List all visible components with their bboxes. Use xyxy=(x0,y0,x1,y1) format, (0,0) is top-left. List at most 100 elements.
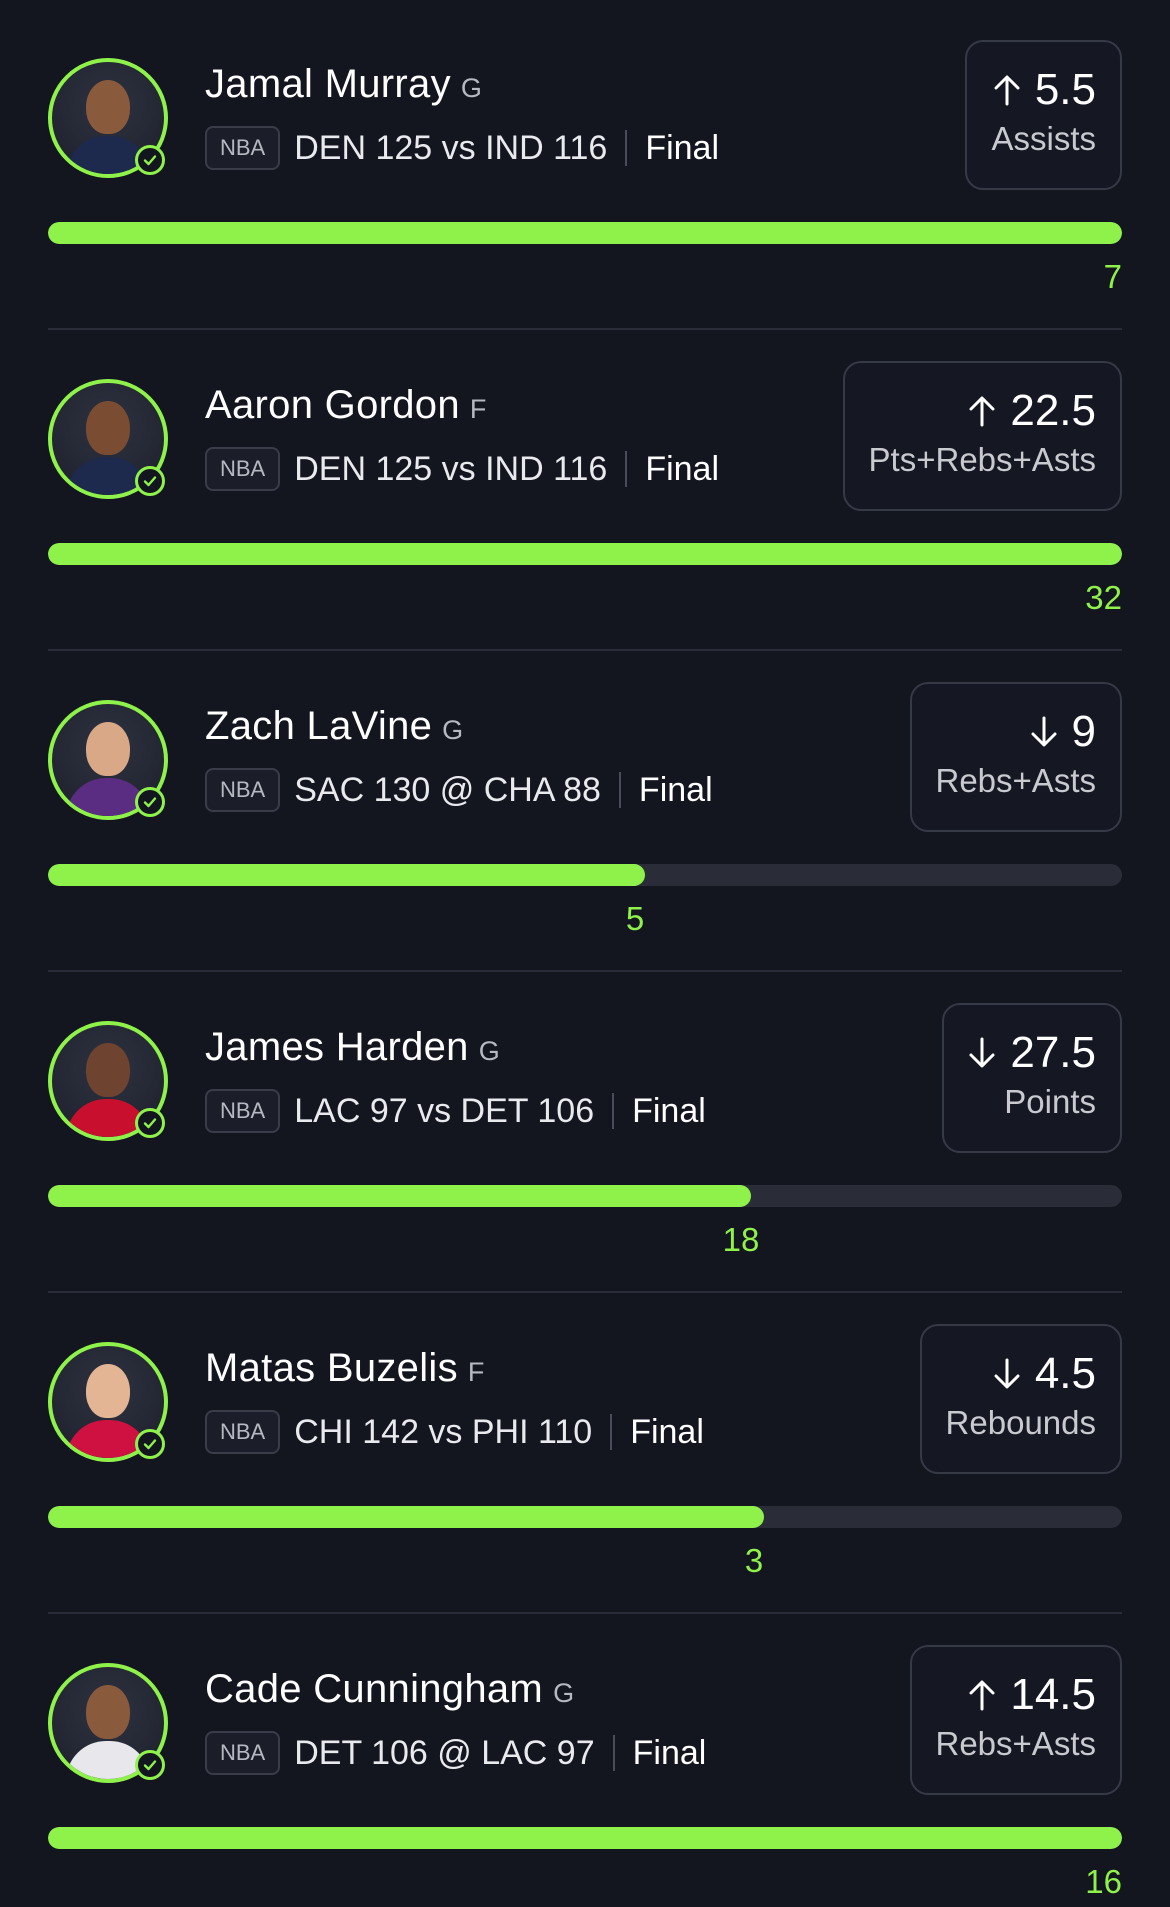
pick-card[interactable]: Jamal Murray G NBA DEN 125 vs IND 116 Fin… xyxy=(0,0,1170,321)
league-badge: NBA xyxy=(205,1089,281,1133)
pick-card[interactable]: Matas Buzelis F NBA CHI 142 vs PHI 110 Fi… xyxy=(0,1284,1170,1605)
game-info: NBA DET 106 @ LAC 97 Final xyxy=(205,1731,706,1775)
player-name[interactable]: Aaron Gordon xyxy=(205,383,460,427)
progress-fill xyxy=(48,1185,752,1207)
separator xyxy=(610,1414,613,1450)
separator xyxy=(618,772,621,808)
game-score: CHI 142 vs PHI 110 xyxy=(294,1412,593,1451)
check-icon xyxy=(135,145,165,175)
progress-fill xyxy=(48,864,646,886)
player-avatar xyxy=(48,1663,168,1783)
player-name[interactable]: Jamal Murray xyxy=(205,62,451,106)
game-status: Final xyxy=(645,128,720,167)
prop-stat-type: Points xyxy=(1004,1083,1096,1120)
prop-line-box[interactable]: 22.5 Pts+Rebs+Asts xyxy=(842,361,1122,511)
league-badge: NBA xyxy=(205,126,281,170)
player-name[interactable]: James Harden xyxy=(205,1025,469,1069)
game-status: Final xyxy=(632,1091,706,1130)
pick-card[interactable]: James Harden G NBA LAC 97 vs DET 106 Fina… xyxy=(0,963,1170,1284)
arrow-down-icon xyxy=(1031,716,1057,747)
progress-fill xyxy=(48,1506,765,1528)
player-position: G xyxy=(553,1678,575,1708)
player-name-row: Jamal Murray G xyxy=(205,62,482,107)
game-score: DEN 125 vs IND 116 xyxy=(294,128,608,167)
actual-value: 5 xyxy=(625,900,645,937)
player-position: F xyxy=(467,1357,485,1387)
player-avatar xyxy=(48,58,168,178)
progress-track xyxy=(48,222,1122,244)
player-name-row: Matas Buzelis F xyxy=(205,1346,485,1391)
progress-fill xyxy=(48,222,1122,244)
player-name[interactable]: Cade Cunningham xyxy=(205,1667,543,1711)
game-info: NBA DEN 125 vs IND 116 Final xyxy=(205,447,719,491)
player-avatar xyxy=(48,1021,168,1141)
prop-line-box[interactable]: 27.5 Points xyxy=(942,1003,1122,1153)
prop-line-value: 9 xyxy=(1071,707,1096,756)
actual-value: 32 xyxy=(1085,579,1122,616)
player-position: G xyxy=(460,73,483,103)
progress-track xyxy=(48,1185,1122,1207)
prop-line-box[interactable]: 5.5 Assists xyxy=(965,40,1122,190)
pick-card[interactable]: Aaron Gordon F NBA DEN 125 vs IND 116 Fin… xyxy=(0,321,1170,642)
game-score: DET 106 @ LAC 97 xyxy=(294,1733,595,1772)
player-name-row: Zach LaVine G xyxy=(205,704,463,749)
league-badge: NBA xyxy=(205,768,281,812)
check-icon xyxy=(135,1429,165,1459)
game-info: NBA CHI 142 vs PHI 110 Final xyxy=(205,1410,704,1454)
player-position: F xyxy=(469,394,487,424)
player-position: G xyxy=(442,715,464,745)
game-score: SAC 130 @ CHA 88 xyxy=(294,770,601,809)
prop-stat-type: Pts+Rebs+Asts xyxy=(868,441,1096,478)
actual-value: 18 xyxy=(722,1221,760,1258)
progress-track xyxy=(48,543,1122,565)
pick-card[interactable]: Cade Cunningham G NBA DET 106 @ LAC 97 Fi… xyxy=(0,1605,1170,1907)
player-avatar xyxy=(48,379,168,499)
actual-value: 3 xyxy=(744,1542,764,1579)
league-badge: NBA xyxy=(205,447,281,491)
player-avatar xyxy=(48,1342,168,1462)
player-name[interactable]: Matas Buzelis xyxy=(205,1346,458,1390)
arrow-down-icon xyxy=(994,1358,1020,1389)
progress-fill xyxy=(48,1827,1122,1849)
game-status: Final xyxy=(638,770,713,809)
game-info: NBA LAC 97 vs DET 106 Final xyxy=(205,1089,706,1133)
prop-line-box[interactable]: 9 Rebs+Asts xyxy=(909,682,1122,832)
player-name[interactable]: Zach LaVine xyxy=(205,704,432,748)
check-icon xyxy=(135,1108,165,1138)
check-icon xyxy=(135,1750,165,1780)
separator xyxy=(625,451,628,487)
prop-line-box[interactable]: 14.5 Rebs+Asts xyxy=(909,1645,1122,1795)
game-status: Final xyxy=(645,449,720,488)
progress-track xyxy=(48,864,1122,886)
prop-line-value: 14.5 xyxy=(1010,1670,1096,1719)
actual-value: 7 xyxy=(1103,258,1122,295)
prop-stat-type: Rebs+Asts xyxy=(935,1725,1097,1762)
arrow-down-icon xyxy=(969,1037,995,1068)
prop-line-box[interactable]: 4.5 Rebounds xyxy=(919,1324,1122,1474)
progress-track xyxy=(48,1506,1122,1528)
prop-stat-type: Rebs+Asts xyxy=(935,762,1097,799)
progress-track xyxy=(48,1827,1122,1849)
arrow-up-icon xyxy=(994,75,1020,106)
separator xyxy=(612,1735,615,1771)
player-name-row: Cade Cunningham G xyxy=(205,1667,574,1712)
actual-value: 16 xyxy=(1085,1863,1122,1900)
prop-line-value: 22.5 xyxy=(1010,386,1096,435)
arrow-up-icon xyxy=(969,1680,995,1711)
picks-list: Jamal Murray G NBA DEN 125 vs IND 116 Fin… xyxy=(0,0,1170,1907)
league-badge: NBA xyxy=(205,1410,281,1454)
game-status: Final xyxy=(630,1412,704,1451)
player-name-row: James Harden G xyxy=(205,1025,500,1070)
prop-stat-type: Assists xyxy=(991,120,1096,157)
game-status: Final xyxy=(632,1733,707,1772)
player-avatar xyxy=(48,700,168,820)
prop-stat-type: Rebounds xyxy=(945,1404,1096,1441)
pick-card[interactable]: Zach LaVine G NBA SAC 130 @ CHA 88 Final … xyxy=(0,642,1170,963)
prop-line-value: 27.5 xyxy=(1010,1028,1096,1077)
player-name-row: Aaron Gordon F xyxy=(205,383,487,428)
player-position: G xyxy=(478,1036,501,1066)
separator xyxy=(625,130,628,166)
check-icon xyxy=(135,466,165,496)
prop-line-value: 4.5 xyxy=(1034,1349,1096,1398)
game-score: LAC 97 vs DET 106 xyxy=(294,1091,595,1130)
